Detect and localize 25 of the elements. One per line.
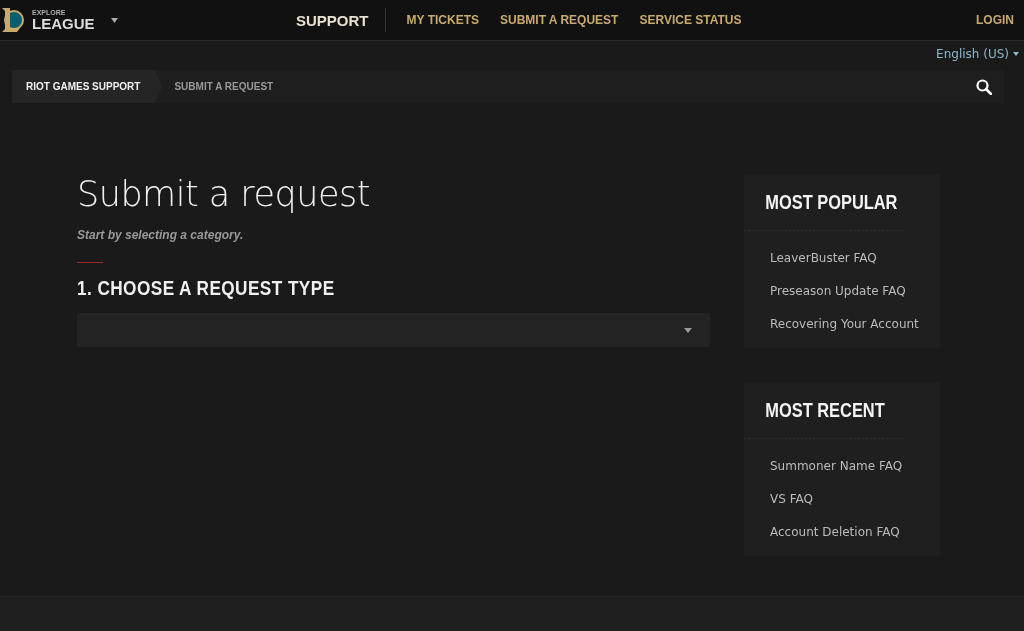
- language-selector[interactable]: English (US): [936, 47, 1009, 61]
- article-link[interactable]: Recovering Your Account: [770, 316, 919, 331]
- article-link[interactable]: Account Deletion FAQ: [770, 524, 900, 539]
- breadcrumb-link[interactable]: RIOT GAMES SUPPORT: [12, 70, 163, 103]
- nav-link[interactable]: SUBMIT A REQUEST: [499, 13, 619, 27]
- panel-title: MOST RECENT: [744, 382, 905, 439]
- nav-link[interactable]: SERVICE STATUS: [639, 13, 742, 27]
- caret-icon[interactable]: [110, 17, 118, 23]
- caret-icon[interactable]: [1013, 52, 1019, 56]
- logo-icon[interactable]: [0, 6, 24, 34]
- login-link[interactable]: LOGIN: [976, 13, 1014, 27]
- breadcrumb-link[interactable]: SUBMIT A REQUEST: [162, 70, 288, 103]
- page-title: Submit a request: [77, 174, 371, 214]
- article-link[interactable]: VS FAQ: [770, 491, 813, 506]
- article-link[interactable]: LeaverBuster FAQ: [770, 250, 877, 265]
- page-subtitle: Start by selecting a category.: [77, 228, 245, 242]
- nav-link[interactable]: MY TICKETS: [406, 13, 479, 27]
- search-icon[interactable]: [976, 78, 992, 95]
- section-title[interactable]: SUPPORT: [290, 8, 386, 32]
- logo-text[interactable]: LEAGUE: [32, 16, 95, 31]
- panel-title: MOST POPULAR: [744, 174, 905, 231]
- article-link[interactable]: Preseason Update FAQ: [770, 283, 906, 298]
- caret-icon: [684, 327, 692, 333]
- article-link[interactable]: Summoner Name FAQ: [770, 458, 903, 473]
- step-heading: 1. CHOOSE A REQUEST TYPE: [77, 277, 336, 300]
